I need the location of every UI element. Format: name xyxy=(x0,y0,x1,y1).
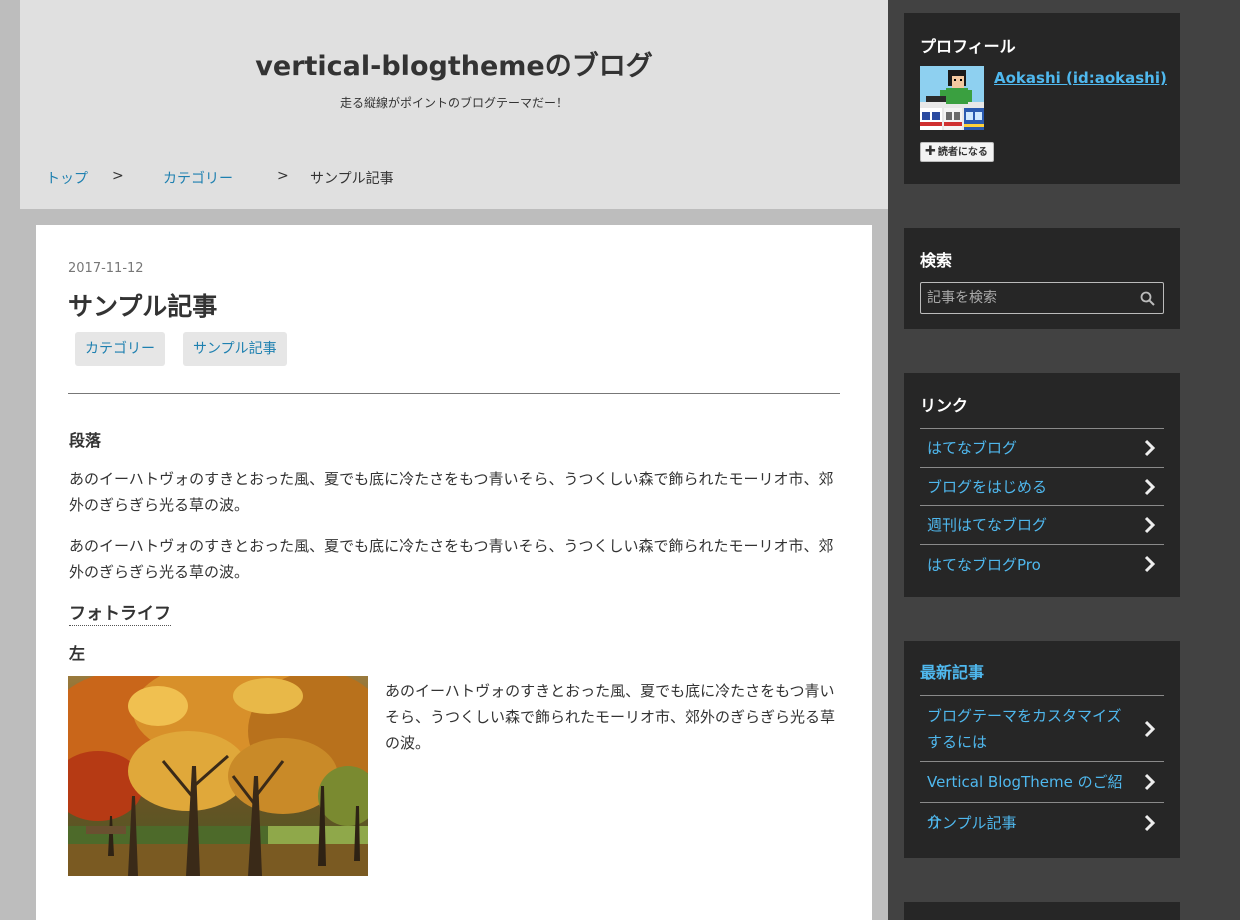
module-title: リンク xyxy=(920,396,969,415)
breadcrumb-top-link[interactable]: トップ xyxy=(46,168,88,188)
chevron-right-icon xyxy=(1144,478,1156,495)
link-label: はてなブログ xyxy=(927,439,1018,457)
links-module: リンク はてなブログ ブログをはじめる 週刊はてなブログ はてなブログPro xyxy=(904,373,1180,597)
section-heading: 段落 xyxy=(69,431,102,450)
chevron-right-icon xyxy=(1144,814,1156,832)
breadcrumb-separator: > xyxy=(112,168,124,184)
recent-entry-item[interactable]: Vertical BlogTheme のご紹介 xyxy=(920,761,1164,831)
sidebar-link-item[interactable]: はてなブログPro xyxy=(920,544,1164,583)
sidebar-link-item[interactable]: ブログをはじめる xyxy=(920,467,1164,505)
plus-icon: ✚ xyxy=(925,144,936,159)
sidebar-module xyxy=(904,902,1180,920)
subscribe-button[interactable]: ✚ 読者になる xyxy=(920,142,994,162)
paragraph: あのイーハトヴォのすきとおった風、夏でも底に冷たさをもつ青いそら、うつくしい森で… xyxy=(69,537,834,581)
article: 2017-11-12 サンプル記事 カテゴリー サンプル記事 段落 あのイーハト… xyxy=(36,225,872,920)
profile-module: プロフィール Aokashi (id:aokashi) ✚ 読者になる xyxy=(904,13,1180,184)
recent-entry-item[interactable]: ブログテーマをカスタマイズするには xyxy=(920,695,1164,761)
entry-link-label: ブログテーマをカスタマイズするには xyxy=(927,707,1122,751)
sidebar-link-item[interactable]: はてなブログ xyxy=(920,428,1164,467)
search-module: 検索 xyxy=(904,228,1180,329)
chevron-right-icon xyxy=(1144,439,1156,457)
subscribe-label: 読者になる xyxy=(937,147,988,158)
entry-link-label: サンプル記事 xyxy=(927,814,1017,832)
recent-entries-list: ブログテーマをカスタマイズするには Vertical BlogTheme のご紹… xyxy=(920,695,1164,843)
blog-header: vertical-blogthemeのブログ 走る縦線がポイントのブログテーマだ… xyxy=(20,0,888,209)
chevron-right-icon xyxy=(1144,720,1156,737)
section-heading: フォトライフ xyxy=(69,599,171,626)
recent-entry-item[interactable]: サンプル記事 xyxy=(920,802,1164,843)
link-label: はてなブログPro xyxy=(927,556,1041,574)
chevron-right-icon xyxy=(1144,555,1156,573)
module-title[interactable]: 最新記事 xyxy=(920,659,984,683)
entry-title[interactable]: サンプル記事 xyxy=(68,287,217,323)
subsection-heading: 左 xyxy=(69,644,86,663)
search-input[interactable] xyxy=(921,283,1133,313)
blog-title[interactable]: vertical-blogthemeのブログ xyxy=(20,44,888,83)
breadcrumb-separator: > xyxy=(277,168,289,184)
chevron-right-icon xyxy=(1144,516,1156,534)
autumn-trees-photo[interactable] xyxy=(68,676,368,876)
entry-date[interactable]: 2017-11-12 xyxy=(68,261,144,276)
sidebar-link-item[interactable]: 週刊はてなブログ xyxy=(920,505,1164,544)
chevron-right-icon xyxy=(1144,773,1156,791)
category-tag[interactable]: サンプル記事 xyxy=(183,332,287,366)
links-list: はてなブログ ブログをはじめる 週刊はてなブログ はてなブログPro xyxy=(920,428,1164,583)
profile-name-link[interactable]: Aokashi (id:aokashi) xyxy=(994,69,1167,87)
category-tag[interactable]: カテゴリー xyxy=(75,332,165,366)
link-label: 週刊はてなブログ xyxy=(927,516,1048,534)
entry-divider xyxy=(68,393,840,394)
photo-caption-text: あのイーハトヴォのすきとおった風、夏でも底に冷たさをもつ青いそら、うつくしい森で… xyxy=(385,682,836,752)
link-label: ブログをはじめる xyxy=(927,478,1048,496)
blog-description: 走る縦線がポイントのブログテーマだー！ xyxy=(339,96,568,110)
module-title: プロフィール xyxy=(920,37,1016,56)
breadcrumb-current: サンプル記事 xyxy=(310,171,394,187)
paragraph: あのイーハトヴォのすきとおった風、夏でも底に冷たさをもつ青いそら、うつくしい森で… xyxy=(69,470,834,514)
breadcrumb-category-link[interactable]: カテゴリー xyxy=(163,168,233,188)
module-title: 検索 xyxy=(920,251,953,270)
avatar[interactable] xyxy=(920,66,984,130)
recent-entries-module: 最新記事 ブログテーマをカスタマイズするには Vertical BlogThem… xyxy=(904,641,1180,858)
search-box xyxy=(920,282,1164,314)
search-icon[interactable] xyxy=(1140,291,1155,306)
